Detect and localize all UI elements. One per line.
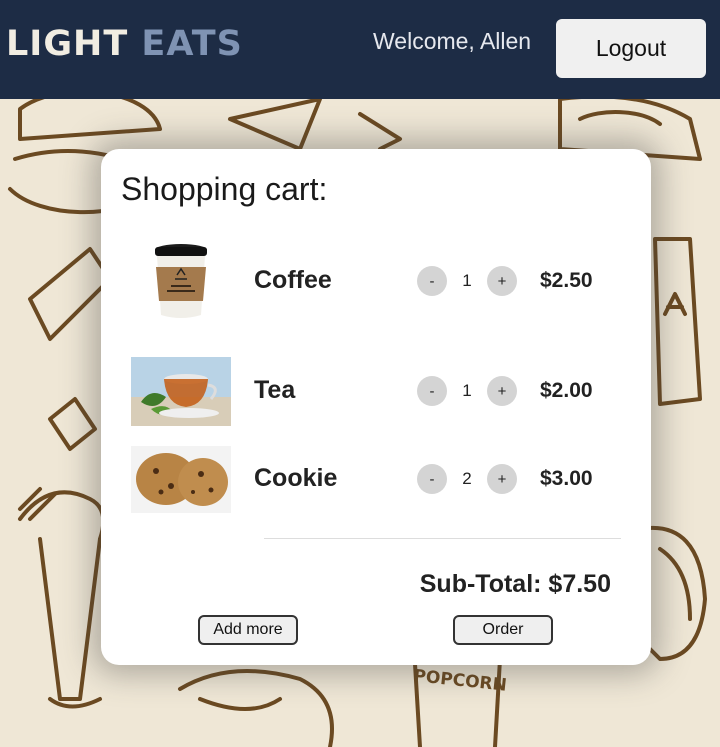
item-name: Tea — [254, 376, 296, 404]
shopping-cart-card: Shopping cart: Coffee - 1 + $2.50 Tea - … — [101, 149, 651, 665]
cart-subtotal: Sub-Total: $7.50 — [419, 570, 611, 598]
top-nav-bar: LIGHT EATS Welcome, Allen Logout — [0, 0, 720, 99]
logo-word-light: LIGHT — [6, 24, 129, 64]
cart-title: Shopping cart: — [121, 171, 328, 207]
cart-divider — [264, 538, 621, 539]
cart-item-coffee: Coffee - 1 + $2.50 — [101, 236, 651, 326]
decrease-quantity-button[interactable]: - — [417, 266, 447, 296]
item-quantity: 1 — [462, 381, 472, 400]
item-name: Cookie — [254, 464, 338, 492]
svg-text:POPCORN: POPCORN — [412, 666, 507, 696]
item-price: $2.00 — [540, 379, 593, 402]
add-more-button[interactable]: Add more — [198, 615, 298, 645]
increase-quantity-button[interactable]: + — [487, 266, 517, 296]
item-price: $3.00 — [540, 467, 593, 490]
cookies-image — [131, 446, 231, 513]
item-name: Coffee — [254, 266, 332, 294]
cart-item-cookie: Cookie - 2 + $3.00 — [101, 434, 651, 524]
logout-button[interactable]: Logout — [556, 19, 706, 78]
coffee-cup-image — [131, 241, 231, 321]
item-quantity: 2 — [462, 469, 472, 488]
cart-item-tea: Tea - 1 + $2.00 — [101, 346, 651, 436]
order-button[interactable]: Order — [453, 615, 553, 645]
decrease-quantity-button[interactable]: - — [417, 376, 447, 406]
increase-quantity-button[interactable]: + — [487, 376, 517, 406]
decrease-quantity-button[interactable]: - — [417, 464, 447, 494]
welcome-message: Welcome, Allen — [373, 28, 532, 54]
tea-cup-image — [131, 357, 231, 426]
light-eats-logo[interactable]: LIGHT EATS — [6, 24, 243, 64]
increase-quantity-button[interactable]: + — [487, 464, 517, 494]
item-price: $2.50 — [540, 269, 593, 292]
logo-word-eats: EATS — [141, 24, 243, 64]
item-quantity: 1 — [462, 271, 472, 290]
